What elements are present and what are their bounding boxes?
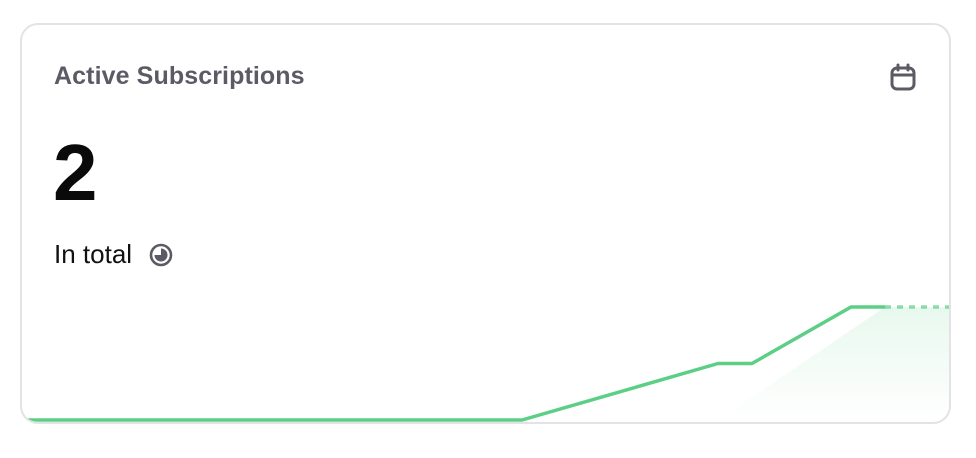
subscriptions-sparkline [22,305,949,422]
active-subscriptions-card: Active Subscriptions 2 In total [20,23,951,424]
